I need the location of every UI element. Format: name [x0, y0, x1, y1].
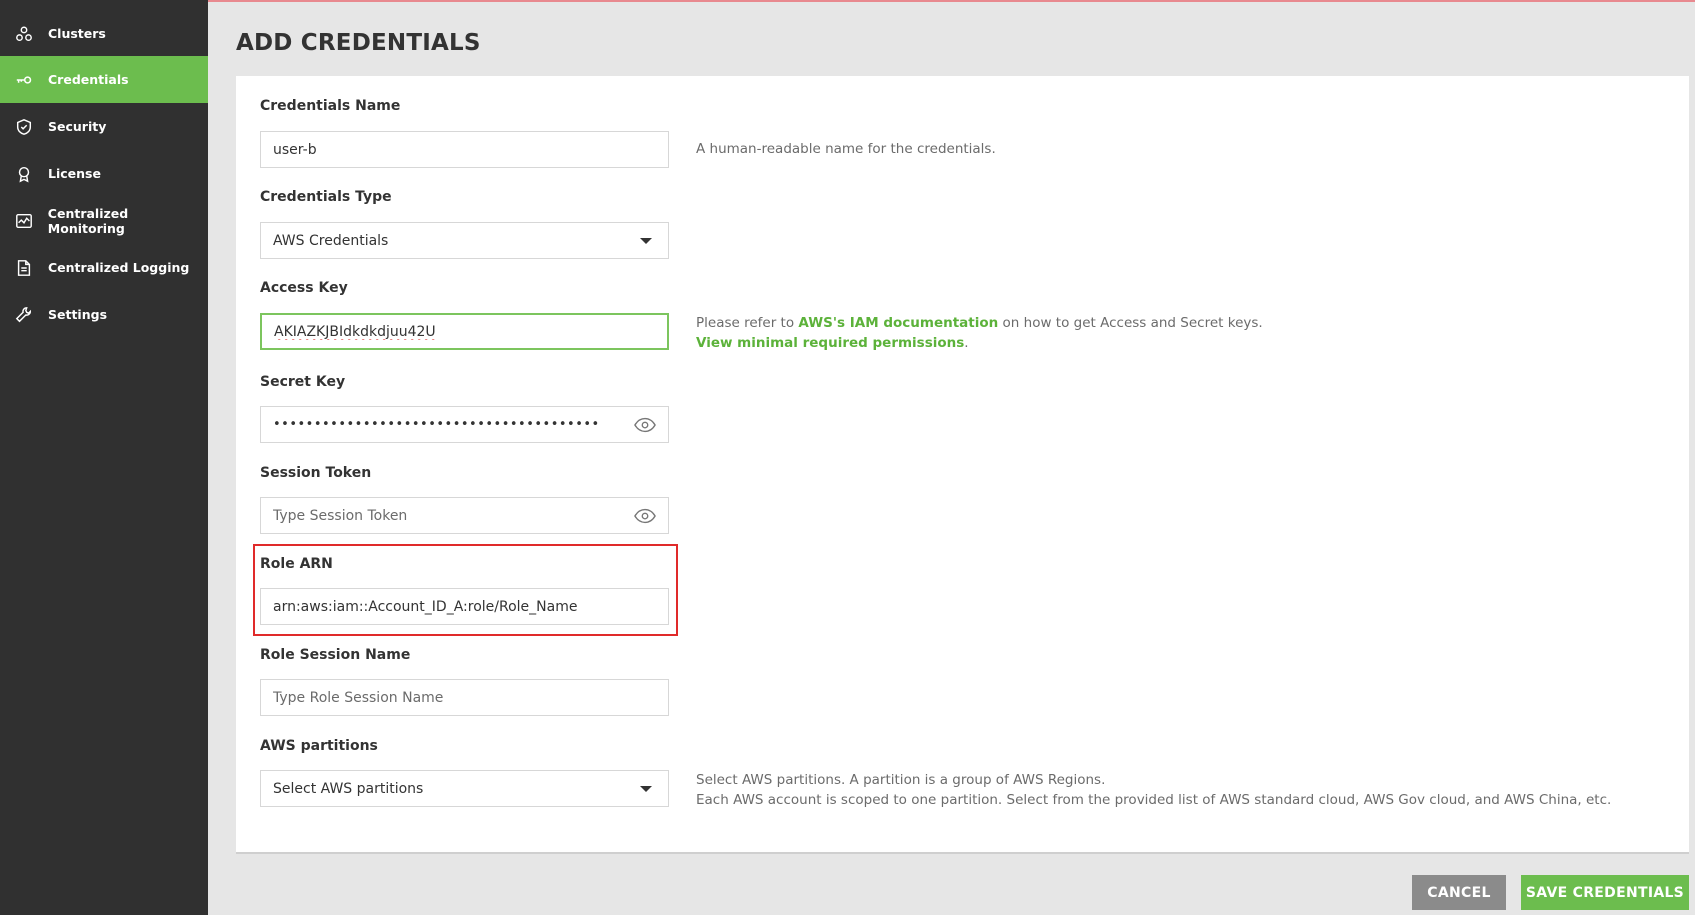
credentials-name-label: Credentials Name — [260, 98, 401, 114]
view-permissions-link[interactable]: View minimal required permissions — [696, 335, 964, 351]
iam-documentation-link[interactable]: AWS's IAM documentation — [798, 315, 998, 331]
monitoring-chart-icon — [14, 211, 34, 231]
secret-key-masked-value: •••••••••••••••••••••••••••••••••••••••• — [273, 417, 600, 432]
eye-icon[interactable] — [634, 416, 656, 434]
caret-down-icon — [640, 238, 652, 244]
role-arn-value: arn:aws:iam::Account_ID_A:role/Role_Name — [273, 598, 578, 615]
session-token-label: Session Token — [260, 465, 372, 481]
sidebar-item-license[interactable]: License — [0, 150, 208, 197]
sidebar-item-label: Centralized Monitoring — [47, 205, 129, 236]
credentials-type-value: AWS Credentials — [273, 232, 389, 249]
role-session-name-placeholder: Type Role Session Name — [273, 689, 444, 706]
aws-partitions-help-line2: Each AWS account is scoped to one partit… — [696, 792, 1612, 808]
caret-down-icon — [640, 786, 652, 792]
aws-partitions-help: Select AWS partitions. A partition is a … — [696, 770, 1611, 810]
cancel-button[interactable]: CANCEL — [1412, 875, 1506, 910]
page-title: ADD CREDENTIALS — [236, 30, 481, 56]
sidebar-item-clusters[interactable]: Clusters — [0, 10, 208, 57]
credentials-form-panel: Credentials Name user-b A human-readable… — [236, 76, 1689, 854]
clusters-icon — [14, 24, 34, 44]
credentials-name-help: A human-readable name for the credential… — [696, 141, 996, 157]
role-session-name-label: Role Session Name — [260, 647, 411, 663]
sidebar-item-label: Settings — [48, 307, 108, 322]
sidebar-item-credentials[interactable]: Credentials — [0, 56, 208, 103]
session-token-input[interactable]: Type Session Token — [260, 497, 669, 534]
aws-partitions-help-line1: Select AWS partitions. A partition is a … — [696, 772, 1106, 788]
sidebar: Clusters Credentials Security License Ce… — [0, 0, 208, 915]
sidebar-item-security[interactable]: Security — [0, 103, 208, 150]
wrench-icon — [14, 305, 34, 325]
sidebar-item-centralized-logging[interactable]: Centralized Logging — [0, 244, 208, 291]
aws-partitions-label: AWS partitions — [260, 738, 378, 754]
session-token-placeholder: Type Session Token — [273, 507, 408, 524]
shield-icon — [14, 117, 34, 137]
sidebar-item-settings[interactable]: Settings — [0, 291, 208, 338]
save-credentials-button[interactable]: SAVE CREDENTIALS — [1521, 875, 1689, 910]
sidebar-item-label: License — [48, 166, 101, 181]
access-key-help: Please refer to AWS's IAM documentation … — [696, 313, 1263, 353]
access-key-value: AKIAZKJBIdkdkdjuu42U — [274, 323, 436, 340]
sidebar-item-label: Credentials — [48, 72, 129, 87]
access-key-help-suffix: on how to get Access and Secret keys. — [998, 315, 1263, 331]
eye-icon[interactable] — [634, 507, 656, 525]
role-arn-input[interactable]: arn:aws:iam::Account_ID_A:role/Role_Name — [260, 588, 669, 625]
role-arn-label: Role ARN — [260, 556, 333, 572]
sidebar-item-label: Security — [48, 119, 107, 134]
access-key-input[interactable]: AKIAZKJBIdkdkdjuu42U — [260, 313, 669, 350]
key-icon — [14, 70, 34, 90]
aws-partitions-placeholder: Select AWS partitions — [273, 780, 424, 797]
secret-key-input[interactable]: •••••••••••••••••••••••••••••••••••••••• — [260, 406, 669, 443]
document-icon — [14, 258, 34, 278]
access-key-label: Access Key — [260, 280, 348, 296]
credentials-name-input[interactable]: user-b — [260, 131, 669, 168]
permissions-suffix: . — [964, 335, 969, 351]
sidebar-item-centralized-monitoring[interactable]: Centralized Monitoring — [0, 197, 208, 244]
credentials-name-value: user-b — [273, 141, 317, 158]
credentials-type-select[interactable]: AWS Credentials — [260, 222, 669, 259]
sidebar-item-label: Centralized Logging — [48, 260, 190, 275]
credentials-type-label: Credentials Type — [260, 189, 392, 205]
aws-partitions-select[interactable]: Select AWS partitions — [260, 770, 669, 807]
top-accent-line — [208, 0, 1695, 2]
access-key-help-prefix: Please refer to — [696, 315, 799, 331]
sidebar-item-label: Clusters — [48, 26, 106, 41]
secret-key-label: Secret Key — [260, 374, 346, 390]
role-session-name-input[interactable]: Type Role Session Name — [260, 679, 669, 716]
license-badge-icon — [14, 164, 34, 184]
